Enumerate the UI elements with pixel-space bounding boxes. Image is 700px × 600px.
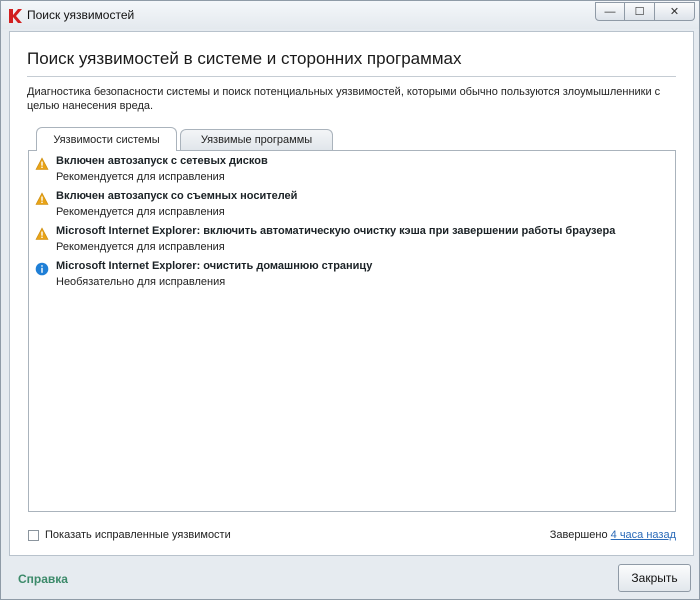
minimize-button[interactable]: — bbox=[595, 2, 625, 21]
help-link[interactable]: Справка bbox=[18, 572, 68, 586]
close-button-label: Закрыть bbox=[631, 571, 678, 585]
tab-system-vulnerabilities[interactable]: Уязвимости системы bbox=[36, 127, 177, 151]
tab-vulnerable-programs[interactable]: Уязвимые программы bbox=[180, 129, 333, 150]
item-title: Microsoft Internet Explorer: включить ав… bbox=[56, 225, 616, 237]
item-subtitle: Необязательно для исправления bbox=[56, 276, 226, 288]
page-title: Поиск уязвимостей в системе и сторонних … bbox=[27, 49, 462, 68]
item-subtitle: Рекомендуется для исправления bbox=[56, 206, 225, 218]
status-prefix: Завершено bbox=[549, 529, 608, 541]
maximize-icon: ☐ bbox=[634, 6, 645, 18]
content-panel: Поиск уязвимостей в системе и сторонних … bbox=[9, 31, 694, 556]
warning-icon bbox=[35, 157, 49, 170]
page-description: Диагностика безопасности системы и поиск… bbox=[27, 86, 661, 112]
item-title: Включен автозапуск со съемных носителей bbox=[56, 190, 298, 202]
close-button[interactable]: Закрыть bbox=[618, 564, 691, 592]
kaspersky-logo-icon bbox=[9, 9, 22, 23]
main-window: Поиск уязвимостей — ☐ ✕ Поиск уязвимосте… bbox=[0, 0, 700, 600]
warning-icon bbox=[35, 192, 49, 205]
window-title: Поиск уязвимостей bbox=[27, 8, 135, 22]
status-time-link[interactable]: 4 часа назад bbox=[611, 529, 676, 541]
item-title: Включен автозапуск с сетевых дисков bbox=[56, 155, 268, 167]
show-fixed-checkbox[interactable] bbox=[28, 529, 39, 541]
item-subtitle: Рекомендуется для исправления bbox=[56, 171, 225, 183]
close-window-button[interactable]: ✕ bbox=[655, 2, 695, 21]
scan-status: Завершено 4 часа назад bbox=[550, 529, 676, 541]
warning-icon bbox=[35, 227, 49, 240]
info-icon bbox=[35, 262, 49, 276]
minimize-icon: — bbox=[604, 5, 616, 18]
close-icon: ✕ bbox=[669, 6, 680, 18]
item-title: Microsoft Internet Explorer: очистить до… bbox=[56, 260, 373, 272]
item-subtitle: Рекомендуется для исправления bbox=[56, 241, 225, 253]
vulnerability-list: Включен автозапуск с сетевых дисков Реко… bbox=[28, 150, 676, 512]
maximize-button[interactable]: ☐ bbox=[625, 2, 655, 21]
title-divider bbox=[27, 76, 676, 77]
title-bar[interactable]: Поиск уязвимостей — ☐ ✕ bbox=[1, 1, 699, 29]
window-controls: — ☐ ✕ bbox=[595, 2, 695, 21]
show-fixed-label: Показать исправленные уязвимости bbox=[45, 529, 231, 541]
tab-label: Уязвимости системы bbox=[53, 133, 160, 146]
tab-label: Уязвимые программы bbox=[200, 134, 313, 146]
show-fixed-checkbox-row[interactable]: Показать исправленные уязвимости bbox=[28, 529, 231, 541]
